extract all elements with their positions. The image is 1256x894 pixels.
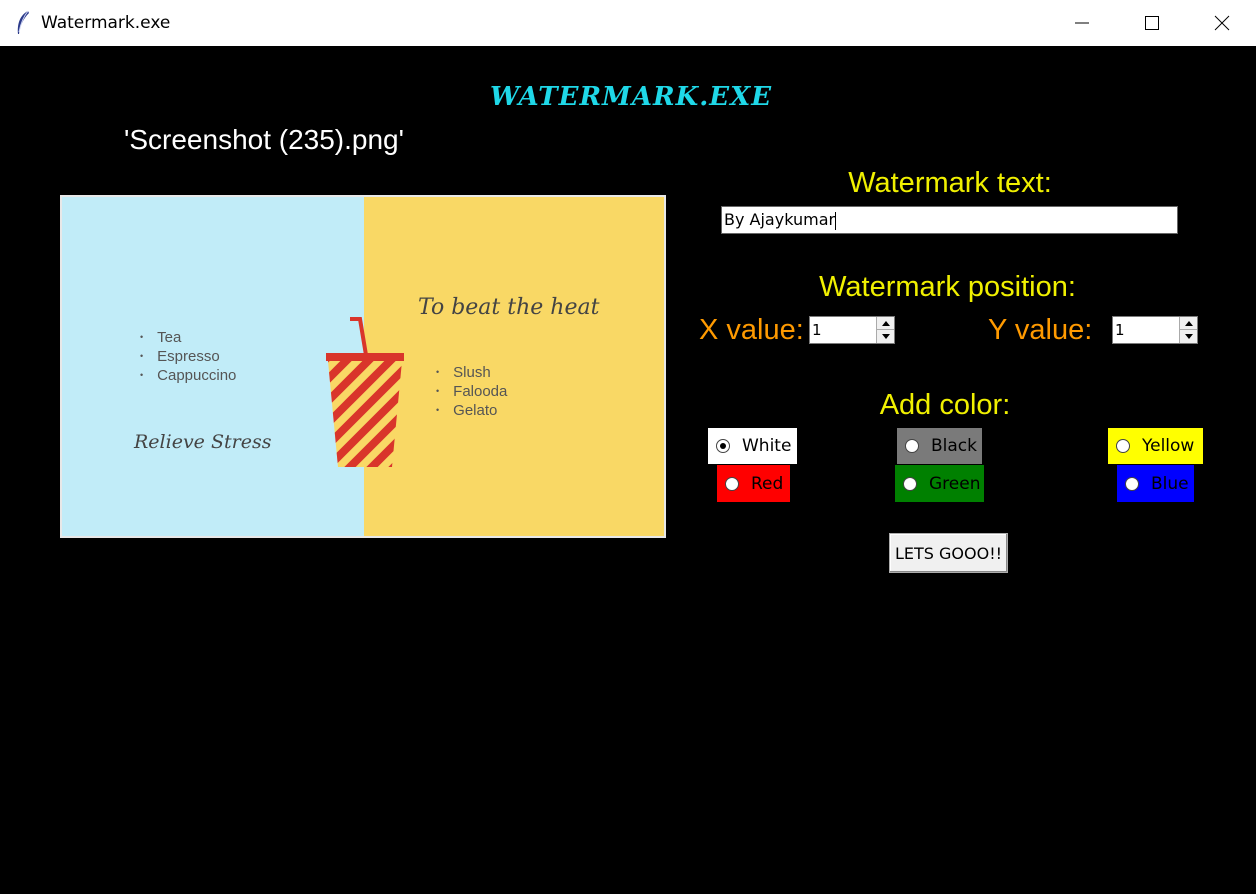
color-radio-blue[interactable]: Blue [1117,465,1194,502]
radio-indicator [905,439,919,453]
app-heading: WATERMARK.EXE [490,82,773,112]
spin-down-button[interactable] [1180,330,1197,343]
color-radio-label: Yellow [1142,436,1195,456]
x-value-label: X value: [699,314,804,346]
color-radio-yellow[interactable]: Yellow [1108,428,1203,464]
arrow-up-icon [881,320,890,326]
arrow-down-icon [881,334,890,339]
list-item: Tea [140,329,236,348]
minimize-icon [1075,22,1089,24]
radio-indicator [725,476,739,491]
preview-left-list: Tea Espresso Cappuccino [140,329,236,386]
preview-left-heading: Relieve Stress [134,431,272,453]
color-radio-green[interactable]: Green [895,465,984,502]
window-title-bar: Watermark.exe [0,0,1256,46]
maximize-icon [1145,16,1159,30]
radio-indicator [1116,439,1130,453]
spin-up-button[interactable] [1180,317,1197,330]
radio-indicator [903,476,917,491]
list-item: Espresso [140,348,236,367]
x-value-spinbox[interactable]: 1 [809,316,895,344]
spin-up-button[interactable] [877,317,894,330]
watermark-position-label: Watermark position: [819,271,1076,303]
lets-go-button[interactable]: LETS GOOO!! [889,533,1008,573]
list-item: Gelato [436,402,507,421]
maximize-button[interactable] [1117,0,1187,46]
color-radio-black[interactable]: Black [897,428,982,464]
color-radio-label: Black [931,436,977,456]
preview-right-list: Slush Falooda Gelato [436,364,507,421]
list-item: Cappuccino [140,367,236,386]
y-value-spinbox[interactable]: 1 [1112,316,1198,344]
spin-arrows [1179,317,1197,343]
watermark-text-label: Watermark text: [848,167,1052,199]
preview-right-heading: To beat the heat [418,295,600,320]
color-radio-label: Green [929,473,981,494]
x-value-field[interactable]: 1 [812,321,822,339]
feather-icon [17,10,29,34]
radio-indicator [1125,476,1139,491]
window-title: Watermark.exe [41,13,171,33]
image-preview: Tea Espresso Cappuccino Relieve Stress T… [60,195,666,538]
spin-arrows [876,317,894,343]
y-value-field[interactable]: 1 [1115,321,1125,339]
color-radio-white[interactable]: White [708,428,797,464]
close-button[interactable] [1187,0,1256,46]
spin-down-button[interactable] [877,330,894,343]
close-icon [1214,15,1230,31]
color-radio-red[interactable]: Red [717,465,790,502]
color-radio-label: Red [751,473,784,494]
list-item: Slush [436,364,507,383]
color-radio-label: White [742,436,792,456]
minimize-button[interactable] [1047,0,1117,46]
watermark-text-input[interactable]: By Ajaykumar [721,206,1178,234]
add-color-label: Add color: [879,389,1011,421]
arrow-down-icon [1184,334,1193,339]
arrow-up-icon [1184,320,1193,326]
list-item: Falooda [436,383,507,402]
y-value-label: Y value: [988,314,1093,346]
color-radio-label: Blue [1151,473,1189,494]
radio-indicator [716,439,730,453]
filename-label: 'Screenshot (235).png' [124,124,404,155]
drink-cup-icon [326,317,404,467]
